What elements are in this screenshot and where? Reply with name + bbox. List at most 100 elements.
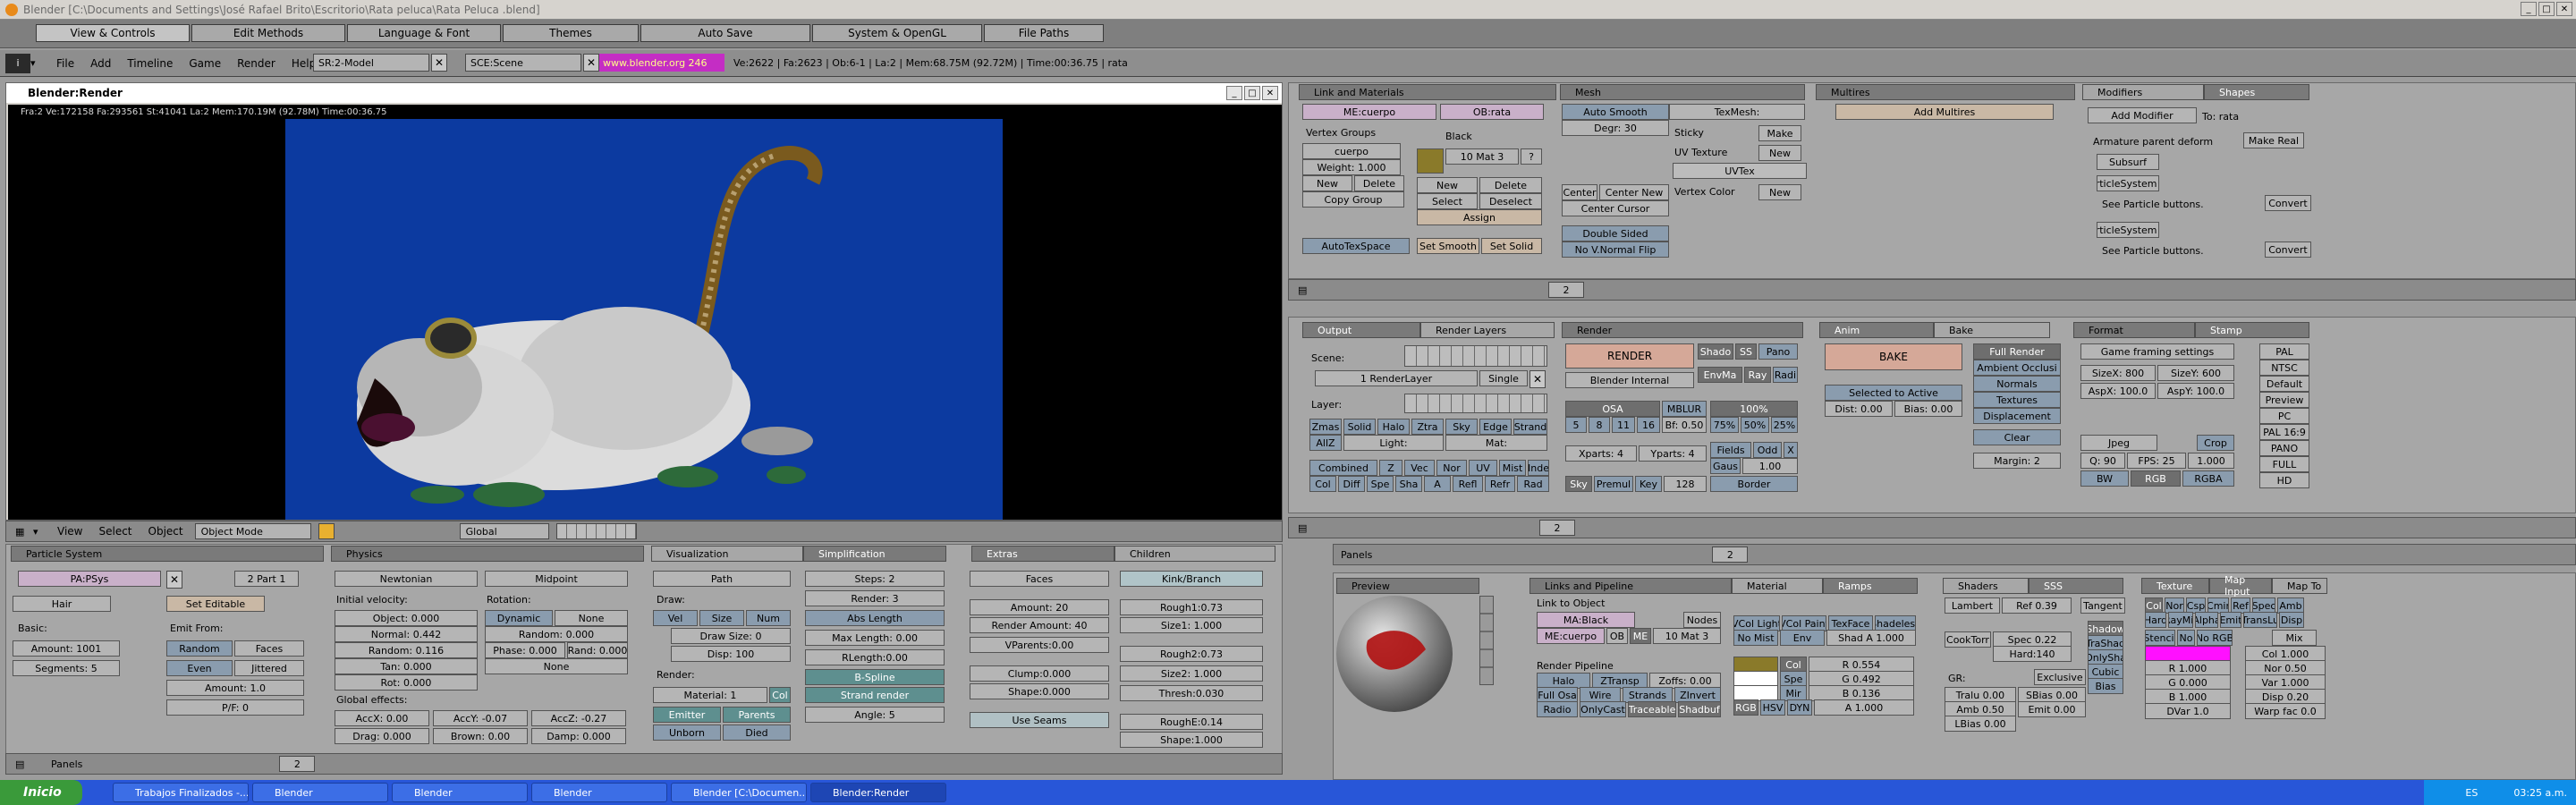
maximize-icon[interactable]: □ (2538, 2, 2555, 16)
size2-field[interactable]: Size2: 1.000 (1120, 665, 1263, 682)
material-help-button[interactable]: ? (1521, 148, 1542, 165)
brown-field[interactable]: Brown: 0.00 (433, 728, 528, 744)
psys-type-selector[interactable]: Hair (13, 596, 111, 612)
pass-sha[interactable]: Sha (1395, 476, 1422, 492)
prefs-tab-auto-save[interactable]: Auto Save (640, 24, 810, 42)
hard-field[interactable]: Hard:140 (1993, 646, 2072, 662)
panel-physics[interactable]: Physics (331, 546, 644, 562)
osa-5[interactable]: 5 (1565, 417, 1587, 433)
convert-button-1[interactable]: Convert (2265, 195, 2311, 211)
render-steps-field[interactable]: Render: 3 (805, 590, 945, 606)
emit-even-button[interactable]: Even (166, 660, 233, 676)
file-format-selector[interactable]: Jpeg (2080, 435, 2157, 451)
taskbar-item-blender-render[interactable]: Blender:Render (810, 783, 946, 802)
env-toggle[interactable]: Env (1780, 630, 1825, 646)
ss-toggle[interactable]: SS (1735, 343, 1757, 360)
rotation-random-field[interactable]: Random: 0.000 (485, 626, 628, 642)
bake-full-render[interactable]: Full Render (1973, 343, 2061, 360)
blur-factor-field[interactable]: Bf: 0.50 (1662, 417, 1707, 433)
vcol-new-button[interactable]: New (1758, 184, 1801, 200)
menu-game[interactable]: Game (181, 57, 229, 70)
strand-render-toggle[interactable]: Strand render (805, 687, 945, 703)
view3d-menu-view[interactable]: View (49, 525, 90, 538)
pipe-shadbuf[interactable]: Shadbuf (1678, 701, 1721, 717)
vgroup-new-button[interactable]: New (1302, 175, 1352, 191)
rough1-field[interactable]: Rough1:0.73 (1120, 599, 1263, 615)
modifier-psys1[interactable]: articleSystem 1 (2097, 175, 2159, 191)
pass-spe[interactable]: Spe (1367, 476, 1394, 492)
bake-button[interactable]: BAKE (1825, 343, 1962, 370)
panel-anim[interactable]: Anim (1819, 322, 1934, 338)
draw-size-field[interactable]: Draw Size: 0 (671, 628, 791, 644)
thresh-field[interactable]: Thresh:0.030 (1120, 685, 1263, 701)
panel-multires[interactable]: Multires (1816, 84, 2075, 100)
editing-window-type-icon[interactable]: ▤ (1298, 284, 1316, 296)
degree-field[interactable]: Degr: 30 (1562, 120, 1669, 136)
draw-vel-button[interactable]: Vel (653, 610, 698, 626)
pass-vec[interactable]: Vec (1404, 460, 1435, 476)
panel-stamp[interactable]: Stamp (2195, 322, 2309, 338)
vgroup-delete-button[interactable]: Delete (1354, 175, 1404, 191)
physics-type-selector[interactable]: Newtonian (335, 571, 478, 587)
vparents-field[interactable]: VParents:0.00 (970, 637, 1109, 653)
pass-refr[interactable]: Refr (1485, 476, 1515, 492)
taskbar-item-blender-3[interactable]: Blender (531, 783, 667, 802)
mat-deselect-button[interactable]: Deselect (1479, 193, 1542, 209)
mat-delete-button[interactable]: Delete (1479, 177, 1542, 193)
pass-toggle-edge[interactable]: Edge (1479, 419, 1512, 435)
sizey-field[interactable]: SizeY: 600 (2157, 365, 2234, 381)
bake-clear-toggle[interactable]: Clear (1973, 429, 2061, 445)
view3d-type-icon[interactable]: ▦ (15, 526, 33, 538)
shading-mat-index[interactable]: 10 Mat 3 (1653, 628, 1721, 644)
pass-mist[interactable]: Mist (1499, 460, 1526, 476)
accy-field[interactable]: AccY: -0.07 (433, 710, 528, 726)
psys-name-field[interactable]: PA:PSys (18, 571, 161, 587)
render-button[interactable]: RENDER (1565, 343, 1694, 369)
blend-mode-selector[interactable]: Mix (2272, 630, 2317, 646)
view3d-collapse-icon[interactable]: ▾ (33, 526, 49, 538)
child-render-amount-field[interactable]: Render Amount: 40 (970, 617, 1109, 633)
panel-shapes[interactable]: Shapes (2204, 84, 2309, 100)
language-indicator[interactable]: ES (2465, 787, 2478, 799)
panel-extras[interactable]: Extras (971, 546, 1114, 562)
render-maximize-icon[interactable]: □ (1244, 86, 1260, 100)
dynamic-rotation-button[interactable]: Dynamic (485, 610, 553, 626)
renderlayer-layer-buttons[interactable] (1404, 394, 1547, 413)
panel-shaders[interactable]: Shaders (1943, 578, 2029, 594)
shading-frame-field[interactable]: 2 (1712, 547, 1749, 563)
pf-field[interactable]: P/F: 0 (166, 699, 304, 716)
pass-toggle-solid[interactable]: Solid (1343, 419, 1376, 435)
modifier-subsurf[interactable]: Subsurf (2097, 154, 2159, 170)
renderlayer-selector[interactable]: 1 RenderLayer (1315, 370, 1478, 386)
prefs-tab-themes[interactable]: Themes (503, 24, 639, 42)
draw-num-button[interactable]: Num (746, 610, 791, 626)
col-toggle[interactable]: Col (769, 687, 791, 703)
mblur-toggle[interactable]: MBLUR (1662, 401, 1707, 417)
scene-frame-field[interactable]: 2 (1539, 520, 1575, 536)
draw-size-button[interactable]: Size (699, 610, 744, 626)
shad-alpha-field[interactable]: Shad A 1.000 (1826, 630, 1916, 646)
material-color-swatch[interactable] (1417, 148, 1444, 174)
autotexspace-button[interactable]: AutoTexSpace (1302, 238, 1410, 254)
mat-select-button[interactable]: Select (1417, 193, 1478, 209)
stencil-toggle[interactable]: Stencil (2145, 630, 2175, 646)
mapto-emit[interactable]: Emit (2220, 612, 2241, 628)
mapto-raymir[interactable]: RayMir (2168, 612, 2193, 628)
start-button[interactable]: Inicio (0, 780, 82, 805)
vgroup-selector[interactable]: cuerpo (1302, 143, 1401, 159)
panel-map-input[interactable]: Map Input (2209, 574, 2272, 597)
gauss-size-field[interactable]: 1.00 (1742, 458, 1798, 474)
scene-delete-icon[interactable]: ✕ (583, 54, 599, 72)
material-name-field[interactable]: MA:Black (1537, 612, 1635, 628)
parents-toggle[interactable]: Parents (723, 707, 791, 723)
tan-velocity-field[interactable]: Tan: 0.000 (335, 658, 478, 674)
use-seams-button[interactable]: Use Seams (970, 712, 1109, 728)
size-100-button[interactable]: 100% (1710, 401, 1798, 417)
object-name-field[interactable]: OB:rata (1440, 104, 1544, 120)
link-ob-toggle[interactable]: OB (1606, 628, 1628, 644)
panel-particle-system[interactable]: Particle System (11, 546, 324, 562)
accx-field[interactable]: AccX: 0.00 (335, 710, 429, 726)
roughe-field[interactable]: RoughE:0.14 (1120, 714, 1263, 730)
pass-index[interactable]: Inde (1528, 460, 1549, 476)
children-type-selector[interactable]: Faces (970, 571, 1109, 587)
